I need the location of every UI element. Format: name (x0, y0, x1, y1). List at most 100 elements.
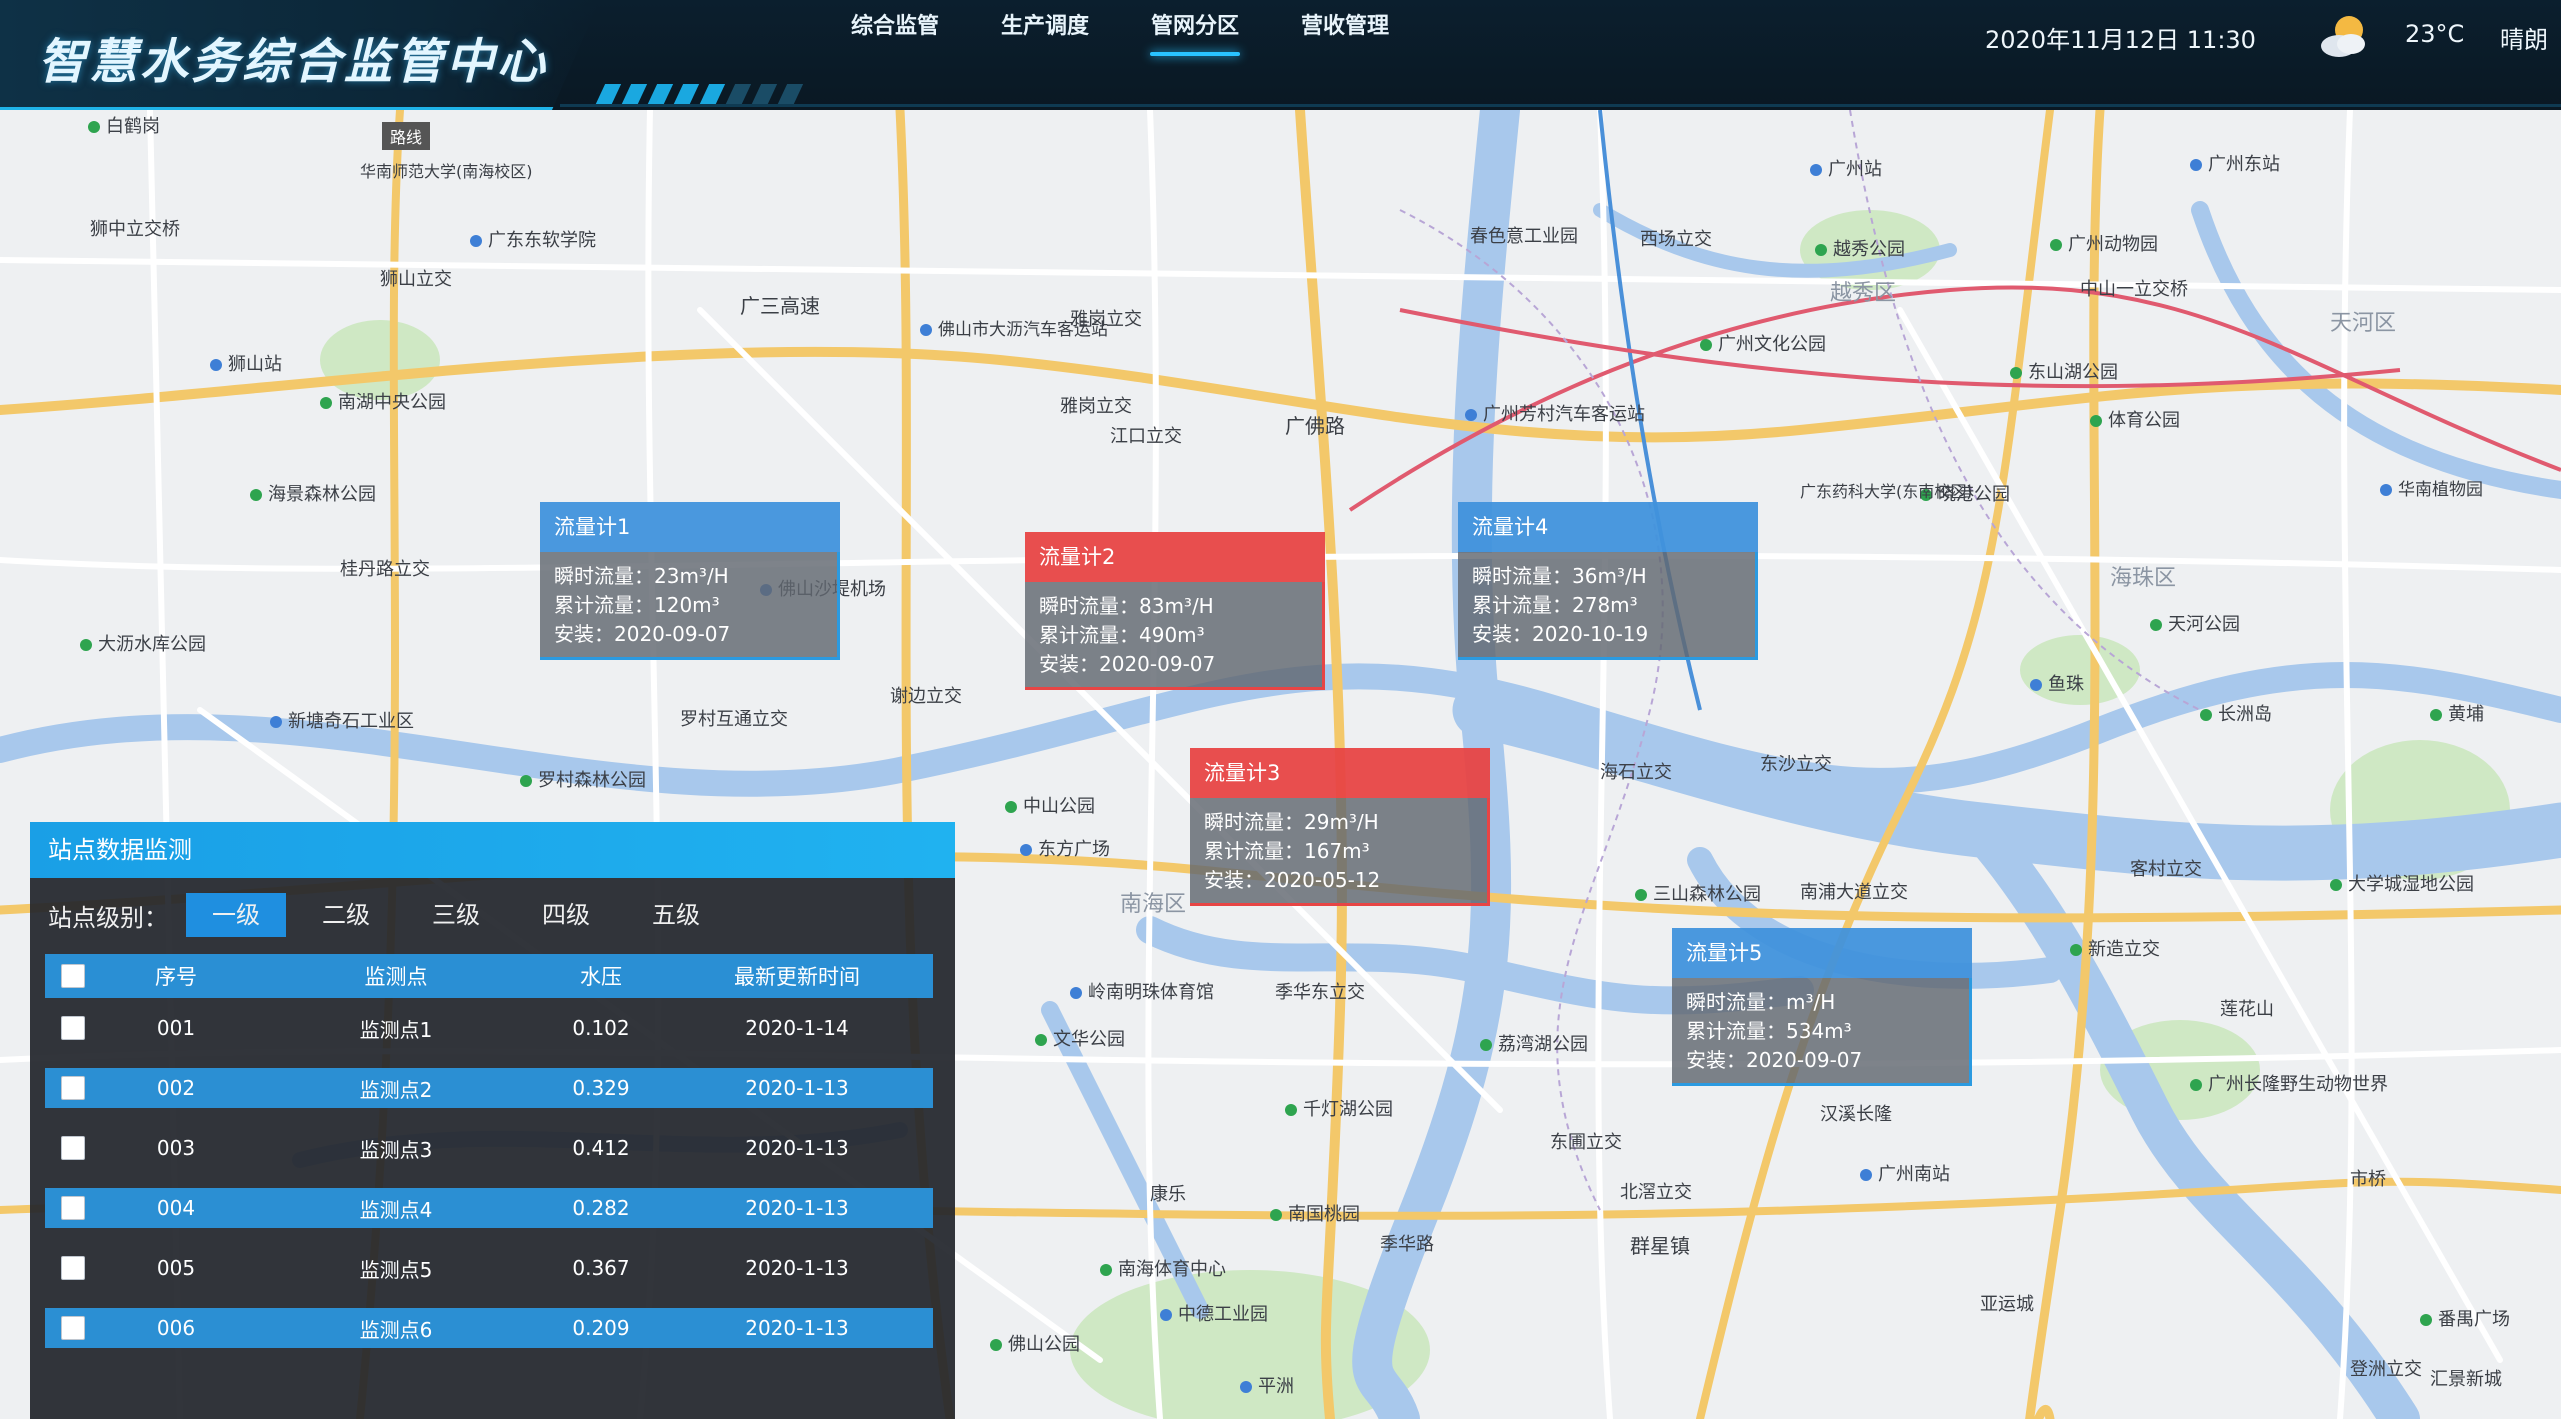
map-label-qunxing: 群星镇 (1630, 1234, 1690, 1258)
map-label-yadong: 雅岗立交 (1070, 309, 1142, 330)
map-label-yuzhu: 鱼珠 (2030, 670, 2084, 696)
station-table: 序号 监测点 水压 最新更新时间 001 监测点1 0.102 2020-1-1… (45, 954, 933, 1358)
map-label-dongsha: 东沙立交 (1760, 754, 1832, 775)
map-label-yadong2: 雅岗立交 (1060, 396, 1132, 417)
row-no: 003 (156, 1136, 196, 1160)
map-label-guangfo: 广佛路 (1285, 414, 1345, 438)
table-row[interactable]: 002 监测点2 0.329 2020-1-13 (45, 1068, 933, 1108)
map-label-huangpu: 黄埔 (2430, 700, 2484, 726)
row-checkbox[interactable] (61, 1316, 85, 1340)
map-label-hanxi: 汉溪长隆 (1820, 1104, 1892, 1125)
row-point: 监测点2 (359, 1077, 433, 1102)
flow-meter-popup-5[interactable]: 流量计5 瞬时流量：m³/H 累计流量：534m³ 安装：2020-09-07 (1672, 928, 1972, 1086)
map-label-fangcun: 广州芳村汽车客运站 (1465, 400, 1645, 426)
level-tab-5[interactable]: 五级 (626, 893, 726, 937)
row-no: 001 (156, 1016, 196, 1040)
column-header-point[interactable]: 监测点 (251, 961, 541, 991)
flow-meter-instant: 瞬时流量：36m³/H (1472, 564, 1647, 588)
flow-meter-popup-4[interactable]: 流量计4 瞬时流量：36m³/H 累计流量：278m³ 安装：2020-10-1… (1458, 502, 1758, 660)
level-tab-3[interactable]: 三级 (406, 893, 506, 937)
table-row[interactable]: 003 监测点3 0.412 2020-1-13 (45, 1118, 933, 1178)
nav-tab-pipe-network[interactable]: 管网分区 (1120, 0, 1270, 60)
map-label-daxue: 大学城湿地公园 (2330, 870, 2474, 896)
flow-meter-title: 流量计5 (1672, 928, 1972, 978)
row-checkbox[interactable] (61, 1256, 85, 1280)
temperature-display: 23°C (2405, 20, 2465, 48)
panel-title: 站点数据监测 (30, 822, 955, 878)
row-point: 监测点6 (359, 1317, 433, 1342)
map-label-jihua-road: 季华路 (1380, 1234, 1434, 1255)
map-label-songgang: 罗村森林公园 (520, 766, 646, 792)
nav-tab-comprehensive[interactable]: 综合监管 (820, 0, 970, 60)
flow-meter-title: 流量计4 (1458, 502, 1758, 552)
map-label-lianhua: 莲花山 (2220, 999, 2274, 1020)
row-time: 2020-1-14 (745, 1016, 849, 1040)
row-checkbox[interactable] (61, 1196, 85, 1220)
flow-meter-total: 累计流量：167m³ (1204, 839, 1370, 863)
map-label-xicun: 西场立交 (1640, 229, 1712, 250)
map-label-nanzhong: 狮中立交桥 (90, 219, 180, 240)
flow-meter-install: 安装：2020-09-07 (554, 622, 731, 646)
flow-meter-popup-2[interactable]: 流量计2 瞬时流量：83m³/H 累计流量：490m³ 安装：2020-09-0… (1025, 532, 1325, 690)
row-no: 004 (156, 1196, 196, 1220)
nav-tab-revenue[interactable]: 营收管理 (1270, 0, 1420, 60)
select-all-checkbox[interactable] (61, 964, 85, 988)
flow-meter-install: 安装：2020-09-07 (1039, 652, 1216, 676)
column-header-no[interactable]: 序号 (101, 961, 251, 991)
map-label-dengzhou: 登洲立交 (2350, 1359, 2422, 1380)
map-label-guangzhou-station: 广州站 (1810, 155, 1882, 181)
table-row[interactable]: 006 监测点6 0.209 2020-1-13 (45, 1308, 933, 1348)
map-label-guangsan: 广三高速 (740, 294, 820, 318)
header-divider (560, 104, 2561, 107)
map-label-qianjin: 千灯湖公园 (1285, 1095, 1393, 1121)
flow-meter-instant: 瞬时流量：23m³/H (554, 564, 729, 588)
flow-meter-popup-1[interactable]: 流量计1 瞬时流量：23m³/H 累计流量：120m³ 安装：2020-09-0… (540, 502, 840, 660)
row-point: 监测点5 (359, 1257, 433, 1282)
map-label-nanhai-sports: 南海体育中心 (1100, 1255, 1226, 1281)
nav-tab-production[interactable]: 生产调度 (970, 0, 1120, 60)
table-row[interactable]: 005 监测点5 0.367 2020-1-13 (45, 1238, 933, 1298)
table-row[interactable]: 004 监测点4 0.282 2020-1-13 (45, 1188, 933, 1228)
map-label-shishan: 狮山立交 (380, 269, 452, 290)
header-decoration-stripes (594, 84, 820, 106)
level-tab-2[interactable]: 二级 (296, 893, 396, 937)
table-row[interactable]: 001 监测点1 0.102 2020-1-14 (45, 998, 933, 1058)
map-label-pingzhou: 平洲 (1240, 1372, 1294, 1398)
column-header-pressure[interactable]: 水压 (541, 961, 661, 991)
row-checkbox[interactable] (61, 1016, 85, 1040)
map-label-zhongshan-yi: 中山一立交桥 (2080, 279, 2188, 300)
map-label-guangdong-pharma: 广东药科大学(东南校区) (1800, 482, 1973, 501)
flow-meter-popup-3[interactable]: 流量计3 瞬时流量：29m³/H 累计流量：167m³ 安装：2020-05-1… (1190, 748, 1490, 906)
partly-cloudy-icon (2321, 16, 2365, 57)
flow-meter-instant: 瞬时流量：29m³/H (1204, 810, 1379, 834)
flow-meter-instant: 瞬时流量：83m³/H (1039, 594, 1214, 618)
map-label-luocun: 罗村互通立交 (680, 709, 788, 730)
flow-meter-total: 累计流量：120m³ (554, 593, 720, 617)
main-nav: 综合监管 生产调度 管网分区 营收管理 (820, 0, 1420, 60)
flow-meter-title: 流量计1 (540, 502, 840, 552)
level-tab-1[interactable]: 一级 (186, 893, 286, 937)
column-header-time[interactable]: 最新更新时间 (661, 961, 933, 991)
flow-meter-title: 流量计2 (1025, 532, 1325, 582)
row-checkbox[interactable] (61, 1076, 85, 1100)
row-point: 监测点4 (359, 1197, 433, 1222)
map-label-changzhou: 长洲岛 (2200, 700, 2272, 726)
row-pressure: 0.367 (572, 1256, 630, 1280)
level-tab-4[interactable]: 四级 (516, 893, 616, 937)
row-pressure: 0.102 (572, 1016, 630, 1040)
map-label-huijing: 汇景新城 (2430, 1369, 2502, 1390)
row-pressure: 0.412 (572, 1136, 630, 1160)
flow-meter-total: 累计流量：534m³ (1686, 1019, 1852, 1043)
flow-meter-total: 累计流量：490m³ (1039, 623, 1205, 647)
flow-meter-title: 流量计3 (1190, 748, 1490, 798)
map-label-shiqiao: 市桥 (2350, 1169, 2386, 1190)
map-label-beijiao: 北滘立交 (1620, 1182, 1692, 1203)
map-label-dajin: 大沥水库公园 (80, 630, 206, 656)
row-no: 005 (156, 1256, 196, 1280)
map-label-nanhai-district: 南海区 (1120, 892, 1187, 917)
row-checkbox[interactable] (61, 1136, 85, 1160)
map-label-zhongde: 中德工业园 (1160, 1300, 1268, 1326)
map-label-lingnan: 岭南明珠体育馆 (1070, 978, 1214, 1004)
row-time: 2020-1-13 (745, 1316, 849, 1340)
app-title: 智慧水务综合监管中心 (38, 34, 549, 90)
